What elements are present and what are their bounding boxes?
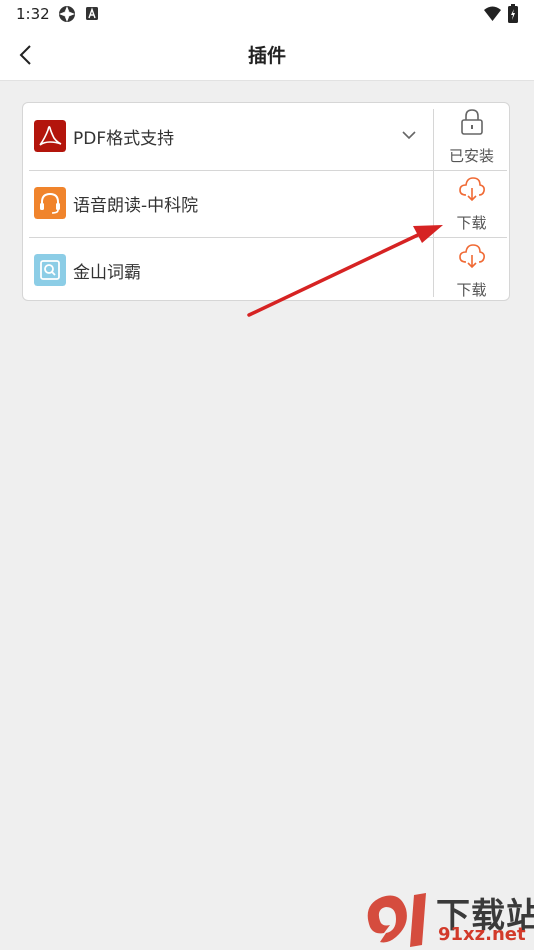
headset-icon [34, 187, 66, 219]
vpn-icon [59, 6, 75, 22]
plugin-row-tts[interactable]: 语音朗读-中科院 下载 [23, 170, 509, 236]
status-bar: 1:32 [0, 0, 534, 28]
column-divider [433, 109, 434, 297]
action-label: 下载 [456, 214, 487, 232]
plugin-row-pdf[interactable]: PDF格式支持 已安装 [23, 103, 509, 169]
battery-icon [508, 4, 518, 23]
notification-a-icon [86, 7, 98, 20]
plugin-row-dictionary[interactable]: 金山词霸 下载 [23, 237, 509, 303]
watermark-text-en: 91xz.net [438, 924, 526, 945]
action-label: 下载 [456, 281, 487, 299]
cloud-download-icon [459, 177, 485, 202]
plugin-name: 语音朗读-中科院 [73, 196, 199, 216]
action-label: 已安装 [448, 147, 494, 165]
download-button[interactable]: 下载 [434, 237, 509, 303]
dictionary-icon [34, 254, 66, 286]
plugin-name: PDF格式支持 [73, 129, 175, 149]
chevron-down-icon[interactable] [401, 127, 417, 143]
wifi-icon [484, 6, 501, 21]
plugin-name: 金山词霸 [73, 263, 141, 283]
cloud-download-icon [459, 244, 485, 269]
status-time: 1:32 [16, 5, 50, 23]
app-bar: 插件 [0, 28, 534, 81]
installed-button[interactable]: 已安装 [434, 103, 509, 169]
plugin-list-card: PDF格式支持 已安装 语音朗读-中科院 下载 金山词霸 下载 [22, 102, 510, 301]
download-button[interactable]: 下载 [434, 170, 509, 236]
page-title: 插件 [247, 45, 286, 67]
lock-icon [461, 109, 483, 135]
pdf-icon [34, 120, 66, 152]
